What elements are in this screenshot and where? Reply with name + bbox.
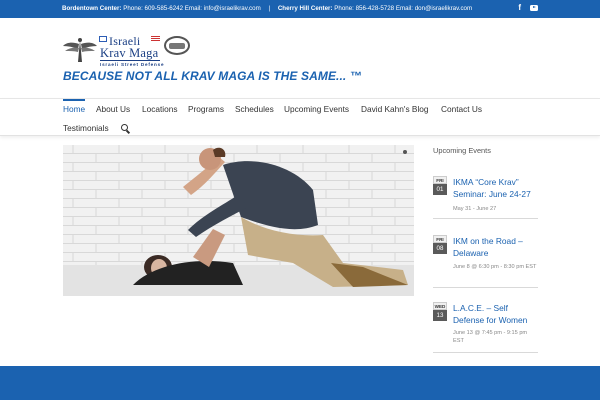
- event-day-of-month: 01: [433, 184, 447, 195]
- event-title-link[interactable]: L.A.C.E. – Self Defense for Women: [453, 302, 538, 326]
- badge-seal-icon: [164, 36, 190, 55]
- site-tagline: BECAUSE NOT ALL KRAV MAGA IS THE SAME...…: [63, 69, 362, 83]
- israel-flag-icon: [99, 36, 107, 42]
- nav-item-testimonials[interactable]: Testimonials: [63, 123, 109, 133]
- event-date-badge: FRI 08: [433, 235, 447, 254]
- center1-details: Phone: 609-585-6242 Email: info@israelik…: [123, 5, 261, 12]
- event-day-of-month: 13: [433, 310, 447, 321]
- event-day-of-month: 08: [433, 243, 447, 254]
- nav-item-upcoming-events[interactable]: Upcoming Events: [284, 104, 349, 114]
- youtube-icon[interactable]: [530, 5, 538, 11]
- social-links: f: [518, 3, 538, 13]
- event-divider: [433, 352, 538, 353]
- facebook-icon[interactable]: f: [518, 3, 521, 13]
- main-nav: Home About Us Locations Programs Schedul…: [0, 98, 600, 136]
- carousel-dot[interactable]: [403, 150, 407, 154]
- nav-item-home[interactable]: Home: [63, 99, 86, 114]
- event-day-of-week: WED: [433, 302, 447, 310]
- nav-item-locations[interactable]: Locations: [142, 104, 178, 114]
- contact-separator: |: [268, 5, 271, 12]
- us-flag-icon: [151, 36, 160, 42]
- nav-item-about-us[interactable]: About Us: [96, 104, 130, 114]
- contact-info: Bordentown Center: Phone: 609-585-6242 E…: [62, 5, 472, 12]
- event-date-range: June 8 @ 6:30 pm - 8:30 pm EST: [453, 264, 537, 270]
- footer-band: [0, 366, 600, 400]
- nav-item-blog[interactable]: David Kahn's Blog: [361, 104, 429, 114]
- event-day-of-week: FRI: [433, 176, 447, 184]
- event-date-badge: WED 13: [433, 302, 447, 321]
- logo-line2: Krav Maga: [100, 46, 159, 60]
- event-title-link[interactable]: IKM on the Road – Delaware: [453, 235, 538, 259]
- logo-subtitle: Israeli Street Defense: [100, 60, 165, 67]
- nav-item-schedules[interactable]: Schedules: [235, 104, 274, 114]
- site-header: Israeli Krav Maga Israeli Street Defense…: [0, 18, 600, 98]
- event-divider: [433, 287, 538, 288]
- top-contact-bar: Bordentown Center: Phone: 609-585-6242 E…: [0, 0, 600, 18]
- nav-item-programs[interactable]: Programs: [188, 104, 224, 114]
- event-divider: [433, 218, 538, 219]
- event-title-link[interactable]: IKMA “Core Krav” Seminar: June 24-27: [453, 176, 538, 200]
- event-date-range: May 31 - June 27: [453, 206, 497, 212]
- event-date-range: June 13 @ 7:45 pm - 9:15 pm EST: [453, 330, 528, 344]
- center2-details: Phone: 856-428-5728 Email: don@israelikr…: [334, 5, 473, 12]
- hero-image: [63, 145, 414, 296]
- eagle-emblem-icon: [63, 38, 97, 62]
- site-logo[interactable]: Israeli Krav Maga Israeli Street Defense: [63, 34, 193, 68]
- nav-item-contact-us[interactable]: Contact Us: [441, 104, 482, 114]
- event-day-of-week: FRI: [433, 235, 447, 243]
- search-icon[interactable]: [121, 124, 128, 131]
- center1-label: Bordentown Center:: [62, 5, 122, 12]
- center2-label: Cherry Hill Center:: [277, 5, 333, 12]
- sidebar-title: Upcoming Events: [433, 146, 491, 155]
- event-date-badge: FRI 01: [433, 176, 447, 195]
